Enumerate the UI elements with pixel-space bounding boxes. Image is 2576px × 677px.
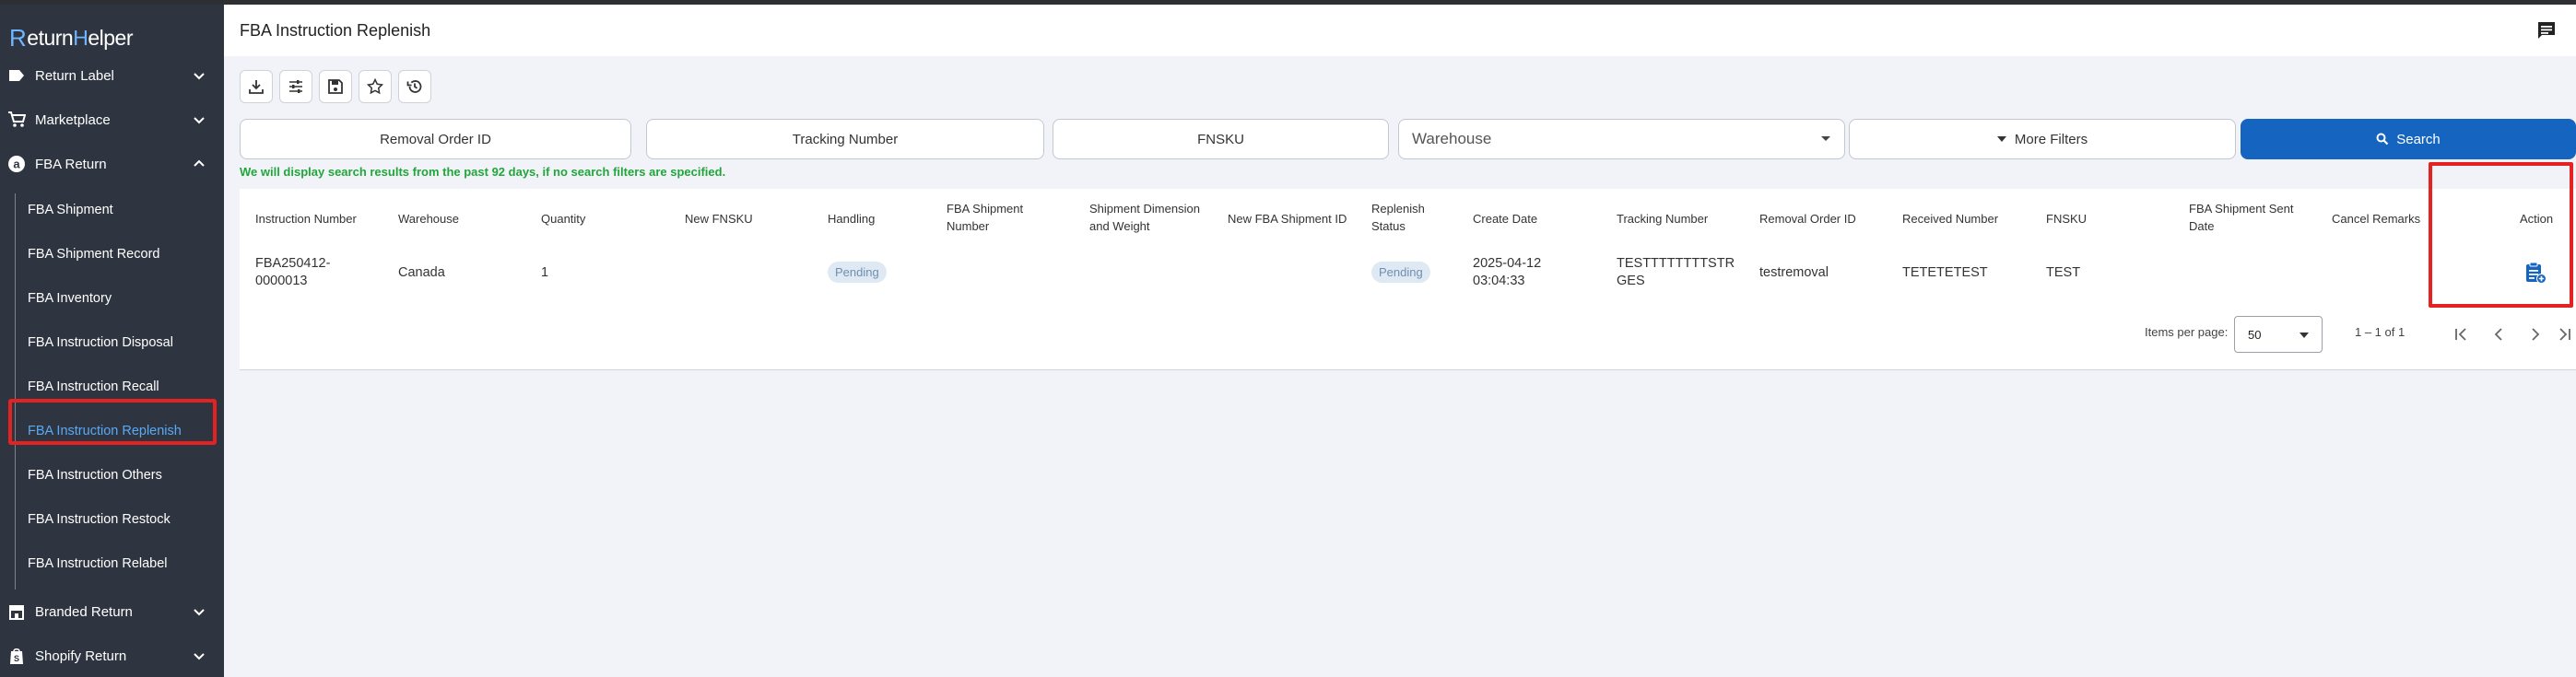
svg-text:a: a [13, 158, 20, 171]
app-logo[interactable]: Return Helper [9, 21, 133, 54]
chevron-down-icon [194, 653, 205, 660]
th-shipment-dimension[interactable]: Shipment Dimension and Weight [1089, 200, 1200, 235]
sidebar-item-fba-shipment-record[interactable]: FBA Shipment Record [28, 236, 159, 273]
cell-instruction-number: FBA250412- 0000013 [255, 256, 331, 288]
sidebar-item-fba-shipment[interactable]: FBA Shipment [28, 192, 113, 228]
dropdown-arrow-icon [2300, 333, 2309, 338]
last-page-button[interactable] [2553, 323, 2575, 345]
cell-fnsku: TEST [2046, 265, 2081, 280]
chevron-right-icon [2532, 328, 2540, 341]
history-button[interactable] [398, 70, 431, 103]
next-page-button[interactable] [2524, 323, 2547, 345]
chevron-left-icon [2494, 328, 2502, 341]
pagination: Items per page: 50 1 – 1 of 1 [240, 316, 2576, 353]
history-icon [406, 80, 422, 93]
cell-tracking-number: TESTTTTTTTTSTR GES [1617, 256, 1735, 288]
caret-down-icon [1996, 135, 2006, 142]
chevron-up-icon [194, 159, 205, 167]
page-header: FBA Instruction Replenish [224, 5, 2576, 56]
save-button[interactable] [319, 70, 352, 103]
th-fba-shipment-sent-date[interactable]: FBA Shipment Sent Date [2189, 200, 2293, 235]
download-button[interactable] [240, 70, 273, 103]
fnsku-filter[interactable]: FNSKU [1053, 119, 1389, 159]
th-new-fnsku[interactable]: New FNSKU [685, 210, 753, 228]
main-content: FBA Instruction Replenish Removal Order … [224, 5, 2576, 677]
dropdown-arrow-icon [1821, 136, 1830, 141]
warehouse-select[interactable]: Warehouse [1398, 119, 1845, 159]
th-fnsku[interactable]: FNSKU [2046, 210, 2087, 228]
sidebar-item-fba-instruction-disposal[interactable]: FBA Instruction Disposal [28, 324, 173, 361]
store-icon [7, 602, 26, 621]
first-page-button[interactable] [2451, 323, 2473, 345]
sidebar-item-fba-instruction-relabel[interactable]: FBA Instruction Relabel [28, 545, 168, 582]
logo-r: R [9, 23, 27, 52]
star-icon [367, 78, 383, 95]
search-notice: We will display search results from the … [240, 165, 726, 179]
th-handling[interactable]: Handling [828, 210, 875, 228]
items-per-page-label: Items per page: [2145, 325, 2229, 339]
th-tracking-number[interactable]: Tracking Number [1617, 210, 1708, 228]
label-icon [7, 66, 26, 85]
previous-page-button[interactable] [2488, 323, 2510, 345]
column-settings-button[interactable] [279, 70, 312, 103]
removal-order-id-filter[interactable]: Removal Order ID [240, 119, 631, 159]
status-badge-replenish: Pending [1371, 262, 1430, 283]
cell-received-number: TETETETEST [1902, 265, 1988, 280]
more-filters-button[interactable]: More Filters [1849, 119, 2236, 159]
highlight-box-action [2429, 162, 2573, 308]
cell-quantity: 1 [541, 265, 549, 280]
nav-group-return-label[interactable]: Return Label [0, 55, 224, 96]
cell-removal-order-id: testremoval [1759, 265, 1829, 280]
sidebar-item-fba-inventory[interactable]: FBA Inventory [28, 280, 112, 317]
nav-group-marketplace[interactable]: Marketplace [0, 99, 224, 140]
results-table: Instruction Number Warehouse Quantity Ne… [240, 189, 2576, 370]
th-new-fba-shipment-id[interactable]: New FBA Shipment ID [1228, 210, 1347, 228]
highlight-box-sidebar [8, 399, 217, 445]
sidebar-item-fba-instruction-others[interactable]: FBA Instruction Others [28, 457, 162, 494]
tracking-number-filter[interactable]: Tracking Number [646, 119, 1044, 159]
shopify-icon: S [7, 647, 26, 665]
th-removal-order-id[interactable]: Removal Order ID [1759, 210, 1856, 228]
nav-group-branded-return[interactable]: Branded Return [0, 591, 224, 632]
status-badge-handling: Pending [828, 262, 887, 283]
cell-create-date: 2025-04-12 03:04:33 [1473, 256, 1542, 288]
th-received-number[interactable]: Received Number [1902, 210, 1998, 228]
filter-row: Removal Order ID Tracking Number FNSKU W… [224, 119, 2576, 159]
th-warehouse[interactable]: Warehouse [398, 210, 459, 228]
amazon-icon: a [7, 155, 26, 173]
toolbar [240, 70, 431, 103]
favorite-button[interactable] [359, 70, 392, 103]
search-button[interactable]: Search [2241, 119, 2576, 159]
page-title: FBA Instruction Replenish [240, 21, 431, 40]
page-range: 1 – 1 of 1 [2355, 325, 2405, 339]
chevron-down-icon [194, 609, 205, 616]
th-replenish-status[interactable]: Replenish Status [1371, 200, 1425, 235]
cart-icon [7, 111, 26, 129]
search-icon [2376, 133, 2389, 146]
chevron-down-icon [194, 73, 205, 80]
save-icon [328, 79, 343, 94]
page-size-select[interactable]: 50 [2234, 316, 2323, 353]
nav-group-shopify-return[interactable]: S Shopify Return [0, 636, 224, 676]
last-page-icon [2559, 328, 2570, 341]
th-fba-shipment-number[interactable]: FBA Shipment Number [947, 200, 1023, 235]
chevron-down-icon [194, 117, 205, 124]
th-quantity[interactable]: Quantity [541, 210, 585, 228]
th-instruction-number[interactable]: Instruction Number [255, 210, 357, 228]
th-cancel-remarks[interactable]: Cancel Remarks [2332, 210, 2420, 228]
first-page-icon [2455, 328, 2466, 341]
sidebar-item-fba-instruction-restock[interactable]: FBA Instruction Restock [28, 501, 171, 538]
download-icon [249, 80, 264, 94]
sidebar: Return Helper Return Label Marketplace a … [0, 5, 224, 677]
cell-warehouse: Canada [398, 265, 445, 280]
th-create-date[interactable]: Create Date [1473, 210, 1537, 228]
nav-group-fba-return[interactable]: a FBA Return [0, 144, 224, 184]
tune-icon [289, 80, 302, 93]
message-icon[interactable] [2535, 19, 2558, 41]
svg-text:S: S [14, 654, 19, 663]
submenu-line [15, 193, 16, 589]
